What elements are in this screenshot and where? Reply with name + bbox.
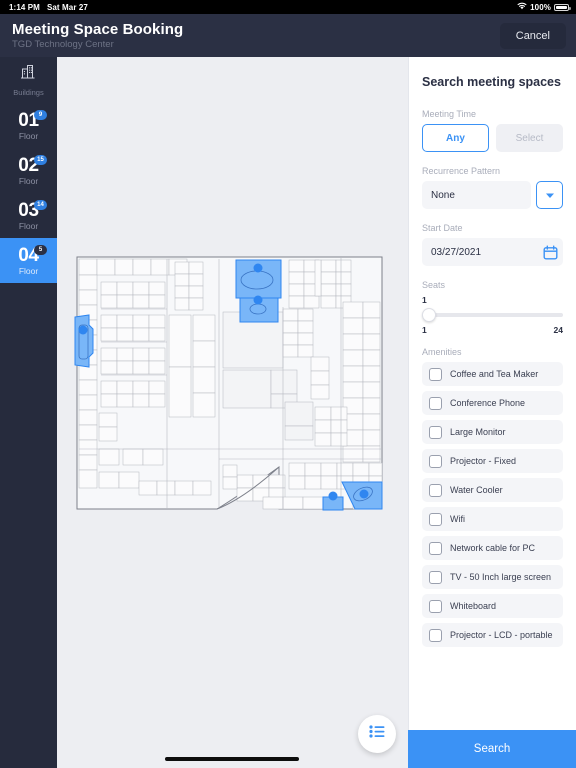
seats-slider-thumb[interactable] xyxy=(422,308,436,322)
floor-word: Floor xyxy=(18,175,39,186)
amenity-checkbox[interactable] xyxy=(429,628,442,642)
floor-sidebar: Buildings 01 Floor 9 02 Floor 15 03 Floo… xyxy=(0,57,57,768)
battery-percent: 100% xyxy=(530,2,551,12)
amenity-row-large-monitor[interactable]: Large Monitor xyxy=(422,420,563,444)
cancel-button[interactable]: Cancel xyxy=(499,22,566,49)
status-date: Sat Mar 27 xyxy=(46,2,88,12)
recurrence-pattern-dropdown-button[interactable] xyxy=(536,181,563,209)
buildings-icon xyxy=(20,63,38,86)
floor-count-badge: 9 xyxy=(34,110,47,120)
amenity-label: Projector - LCD - portable xyxy=(450,630,553,640)
app-root: 1:14 PM Sat Mar 27 100% Meeting Space Bo… xyxy=(0,0,576,768)
floor-word: Floor xyxy=(18,265,39,276)
buildings-label: Buildings xyxy=(13,88,44,97)
calendar-icon[interactable] xyxy=(543,245,558,260)
status-bar: 1:14 PM Sat Mar 27 100% xyxy=(0,0,576,14)
page-subtitle: TGD Technology Center xyxy=(12,38,114,50)
list-view-icon xyxy=(369,725,385,743)
amenity-row-water-cooler[interactable]: Water Cooler xyxy=(422,478,563,502)
amenity-label: Wifi xyxy=(450,514,465,524)
header-title-group: Meeting Space Booking TGD Technology Cen… xyxy=(12,21,183,51)
amenity-label: Coffee and Tea Maker xyxy=(450,369,539,379)
amenities-label: Amenities xyxy=(422,347,462,357)
start-date-control xyxy=(422,238,563,266)
amenity-checkbox[interactable] xyxy=(429,367,442,381)
amenity-label: Conference Phone xyxy=(450,398,526,408)
amenity-checkbox[interactable] xyxy=(429,570,442,584)
amenity-row-conference-phone[interactable]: Conference Phone xyxy=(422,391,563,415)
amenity-checkbox[interactable] xyxy=(429,541,442,555)
amenity-checkbox[interactable] xyxy=(429,454,442,468)
chevron-down-icon xyxy=(545,186,555,204)
battery-icon xyxy=(554,3,571,11)
page-title: Meeting Space Booking xyxy=(12,20,184,38)
amenity-label: Network cable for PC xyxy=(450,543,536,553)
sidebar-item-floor-03[interactable]: 03 Floor 14 xyxy=(0,193,57,238)
floor-word: Floor xyxy=(18,130,39,141)
amenity-label: Water Cooler xyxy=(450,485,503,495)
amenity-checkbox[interactable] xyxy=(429,599,442,613)
search-button[interactable]: Search xyxy=(408,730,576,768)
amenity-checkbox[interactable] xyxy=(429,396,442,410)
app-header: Meeting Space Booking TGD Technology Cen… xyxy=(0,14,576,57)
amenity-label: TV - 50 Inch large screen xyxy=(450,572,552,582)
amenity-label: Whiteboard xyxy=(450,601,497,611)
meeting-time-any-option[interactable]: Any xyxy=(422,124,489,152)
floor-word: Floor xyxy=(18,220,39,231)
floor-plan-svg xyxy=(74,256,383,511)
recurrence-pattern-label: Recurrence Pattern xyxy=(422,166,501,176)
amenity-row-projector-fixed[interactable]: Projector - Fixed xyxy=(422,449,563,473)
amenity-row-coffee-and-tea-maker[interactable]: Coffee and Tea Maker xyxy=(422,362,563,386)
sidebar-item-floor-01[interactable]: 01 Floor 9 xyxy=(0,103,57,148)
floor-plan-map[interactable] xyxy=(57,57,408,768)
floor-count-badge: 15 xyxy=(34,155,47,165)
floor-count-badge: 14 xyxy=(34,200,47,210)
amenity-checkbox[interactable] xyxy=(429,483,442,497)
seats-min-value: 1 xyxy=(422,325,427,335)
recurrence-pattern-control: None xyxy=(422,181,563,209)
seats-slider-range: 1 24 xyxy=(422,325,563,335)
recurrence-pattern-value[interactable]: None xyxy=(422,181,531,209)
floor-count-badge: 5 xyxy=(34,245,47,255)
home-indicator xyxy=(165,757,299,761)
amenity-row-whiteboard[interactable]: Whiteboard xyxy=(422,594,563,618)
meeting-time-select-option[interactable]: Select xyxy=(496,124,563,152)
seats-max-value: 24 xyxy=(553,325,563,335)
panel-title: Search meeting spaces xyxy=(422,75,561,89)
sidebar-item-floor-02[interactable]: 02 Floor 15 xyxy=(0,148,57,193)
highlighted-room-group-top xyxy=(235,259,282,323)
start-date-input[interactable] xyxy=(422,238,563,266)
sidebar-item-buildings[interactable]: Buildings xyxy=(0,57,57,103)
status-right-group: 100% xyxy=(517,2,571,12)
amenity-row-tv-50-inch-large-screen[interactable]: TV - 50 Inch large screen xyxy=(422,565,563,589)
meeting-time-segmented-control: Any Select xyxy=(422,124,563,152)
meeting-time-label: Meeting Time xyxy=(422,109,477,119)
seats-label: Seats xyxy=(422,280,446,290)
amenity-checkbox[interactable] xyxy=(429,512,442,526)
seats-current-value: 1 xyxy=(422,295,427,305)
amenity-row-wifi[interactable]: Wifi xyxy=(422,507,563,531)
amenity-row-network-cable-for-pc[interactable]: Network cable for PC xyxy=(422,536,563,560)
amenity-label: Projector - Fixed xyxy=(450,456,517,466)
start-date-label: Start Date xyxy=(422,223,463,233)
status-time: 1:14 PM xyxy=(9,2,40,12)
seats-slider[interactable] xyxy=(422,308,563,322)
amenity-row-projector-lcd-portable[interactable]: Projector - LCD - portable xyxy=(422,623,563,647)
amenity-label: Large Monitor xyxy=(450,427,506,437)
search-panel: Search meeting spaces Meeting Time Any S… xyxy=(408,57,576,768)
list-view-fab-button[interactable] xyxy=(358,715,396,753)
amenity-checkbox[interactable] xyxy=(429,425,442,439)
sidebar-item-floor-04[interactable]: 04 Floor 5 xyxy=(0,238,57,283)
seats-slider-track xyxy=(428,313,563,317)
wifi-icon xyxy=(517,2,527,12)
